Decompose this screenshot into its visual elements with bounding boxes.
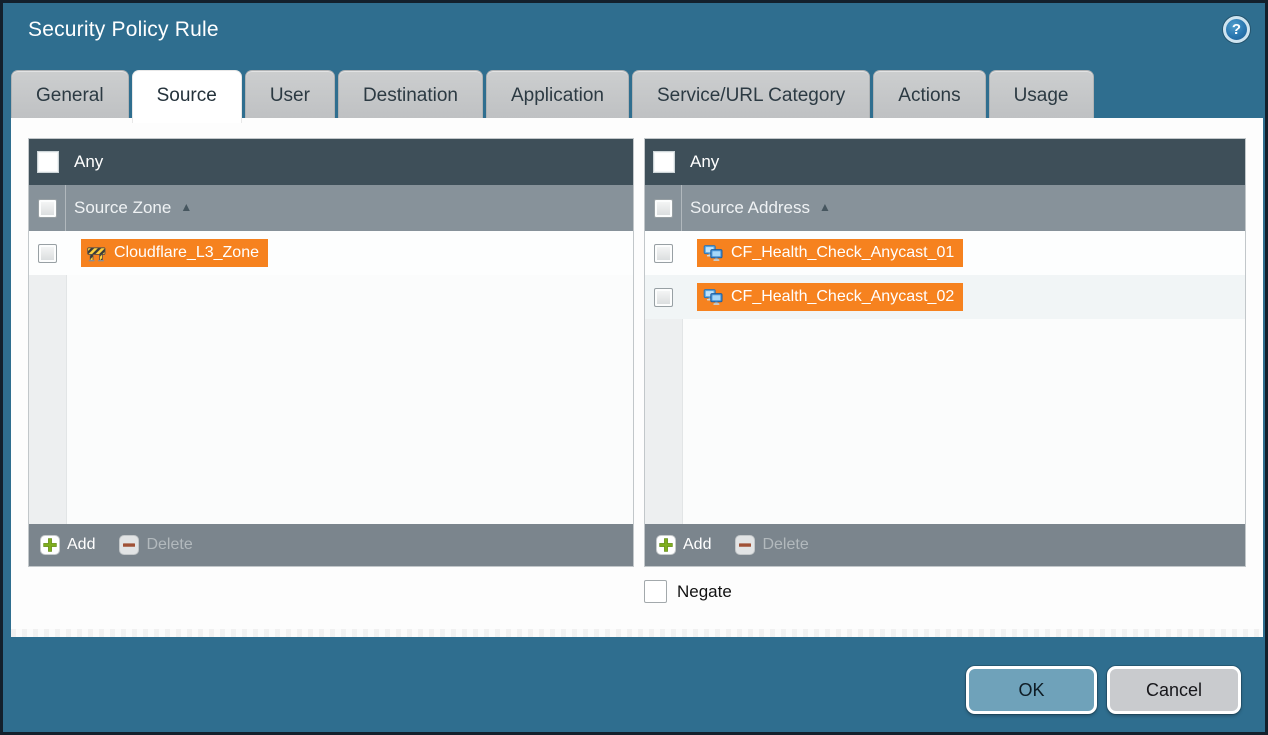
delete-label: Delete (146, 536, 192, 554)
object-label: CF_Health_Check_Anycast_02 (731, 288, 954, 306)
add-plus-icon (656, 535, 676, 555)
source-zone-footer: Add Delete (29, 524, 633, 566)
source-zone-any-header: Any (29, 139, 633, 185)
tab-general[interactable]: General (11, 70, 129, 118)
add-plus-icon (40, 535, 60, 555)
tab-source[interactable]: Source (132, 70, 242, 123)
sort-ascending-icon[interactable]: ▲ (180, 200, 192, 214)
select-all-checkbox[interactable] (654, 199, 673, 218)
source-address-any-header: Any (645, 139, 1245, 185)
tab-service-url-category[interactable]: Service/URL Category (632, 70, 870, 118)
source-zone-column-header: Source Zone ▲ (29, 185, 633, 231)
object-chip[interactable]: CF_Health_Check_Anycast_01 (697, 239, 963, 267)
row-checkbox[interactable] (654, 244, 673, 263)
delete-minus-icon (735, 535, 755, 555)
tab-actions[interactable]: Actions (873, 70, 985, 118)
delete-label: Delete (762, 536, 808, 554)
delete-button[interactable]: Delete (735, 535, 808, 555)
column-header-label[interactable]: Source Address (690, 198, 810, 218)
resize-grip (11, 629, 1263, 637)
negate-checkbox[interactable] (644, 580, 667, 603)
object-chip[interactable]: Cloudflare_L3_Zone (81, 239, 268, 267)
tab-usage[interactable]: Usage (989, 70, 1094, 118)
add-button[interactable]: Add (656, 535, 711, 555)
row-checkbox[interactable] (654, 288, 673, 307)
negate-field: Negate (644, 580, 732, 603)
add-button[interactable]: Add (40, 535, 95, 555)
zone-icon (87, 245, 106, 262)
tab-bar: GeneralSourceUserDestinationApplicationS… (11, 70, 1097, 118)
any-label: Any (690, 152, 719, 172)
source-zone-panel: Any Source Zone ▲ (28, 138, 634, 567)
table-row: Cloudflare_L3_Zone (29, 231, 633, 275)
help-icon[interactable]: ? (1223, 16, 1250, 43)
object-chip[interactable]: CF_Health_Check_Anycast_02 (697, 283, 963, 311)
address-icon (703, 289, 723, 306)
source-address-panel: Any Source Address ▲ CF_Health_Chec (644, 138, 1246, 567)
table-row: CF_Health_Check_Anycast_02 (645, 275, 1245, 319)
source-zone-list: Cloudflare_L3_Zone (29, 231, 633, 524)
any-label: Any (74, 152, 103, 172)
address-icon (703, 245, 723, 262)
source-address-column-header: Source Address ▲ (645, 185, 1245, 231)
any-checkbox[interactable] (37, 151, 59, 173)
sort-ascending-icon[interactable]: ▲ (819, 200, 831, 214)
dialog-title: Security Policy Rule (28, 18, 219, 42)
object-label: CF_Health_Check_Anycast_01 (731, 244, 954, 262)
delete-minus-icon (119, 535, 139, 555)
add-label: Add (67, 536, 95, 554)
table-row: CF_Health_Check_Anycast_01 (645, 231, 1245, 275)
negate-label: Negate (677, 582, 732, 602)
ok-button[interactable]: OK (966, 666, 1097, 714)
tab-user[interactable]: User (245, 70, 335, 118)
add-label: Add (683, 536, 711, 554)
cancel-button[interactable]: Cancel (1107, 666, 1241, 714)
tab-destination[interactable]: Destination (338, 70, 483, 118)
security-policy-rule-dialog: Security Policy Rule ? GeneralSourceUser… (0, 0, 1268, 735)
dialog-content: Any Source Zone ▲ (11, 118, 1263, 637)
source-address-footer: Add Delete (645, 524, 1245, 566)
any-checkbox[interactable] (653, 151, 675, 173)
source-address-list: CF_Health_Check_Anycast_01 CF_Health_Che… (645, 231, 1245, 524)
delete-button[interactable]: Delete (119, 535, 192, 555)
row-checkbox[interactable] (38, 244, 57, 263)
select-all-checkbox[interactable] (38, 199, 57, 218)
tab-application[interactable]: Application (486, 70, 629, 118)
object-label: Cloudflare_L3_Zone (114, 244, 259, 262)
column-header-label[interactable]: Source Zone (74, 198, 171, 218)
